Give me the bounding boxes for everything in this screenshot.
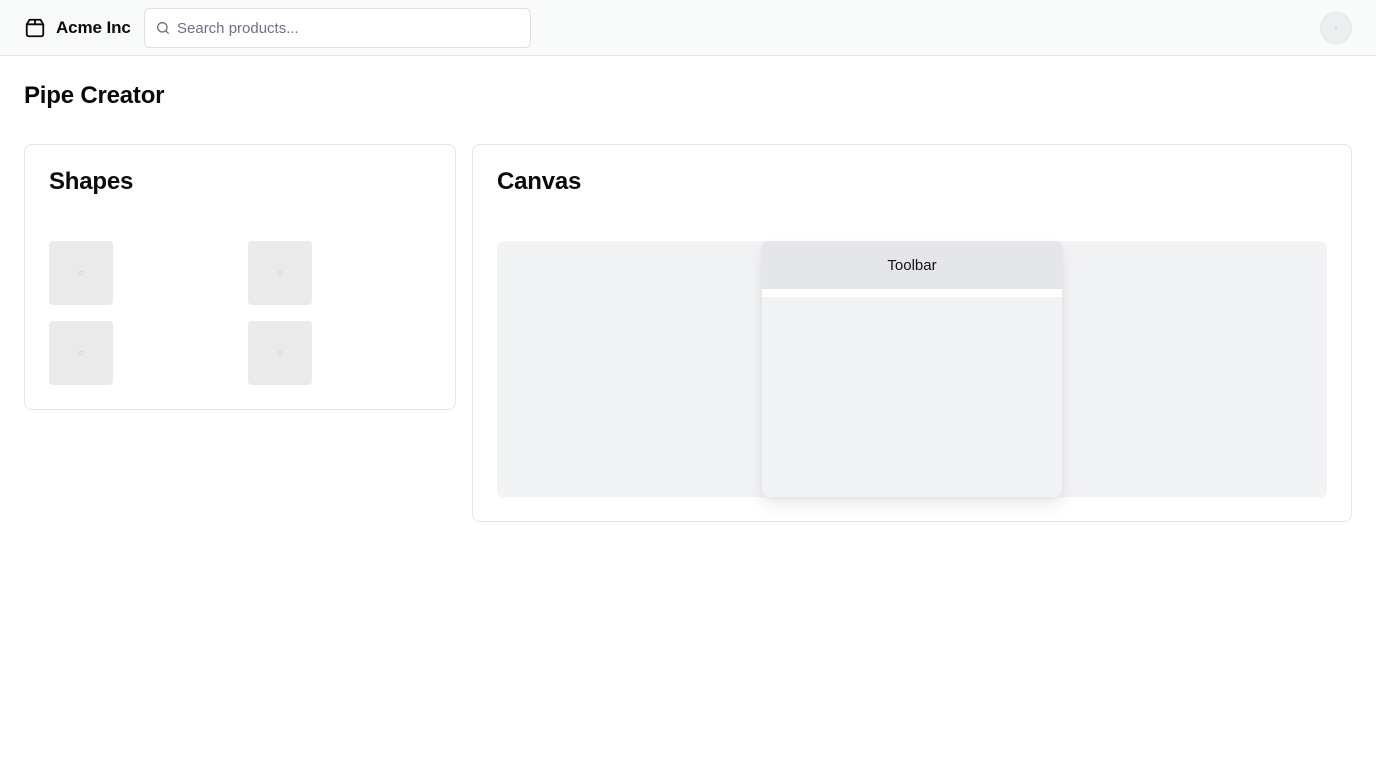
toolbar-header[interactable]: Toolbar [762,241,1062,289]
shape-tile-4[interactable] [248,321,312,385]
package-icon [25,18,45,38]
toolbar-panel[interactable]: Toolbar [762,241,1062,497]
top-navigation-bar: Acme Inc [0,0,1376,56]
shape-tile-3[interactable] [49,321,113,385]
shapes-panel-title: Shapes [49,168,134,195]
shapes-panel: Shapes [24,144,456,410]
search-box[interactable] [144,8,531,48]
canvas-panel: Canvas Toolbar [472,144,1352,522]
shape-tile-2[interactable] [248,241,312,305]
shape-tile-1[interactable] [49,241,113,305]
drawing-canvas[interactable]: Toolbar [497,241,1327,497]
user-avatar-button[interactable] [1320,12,1352,44]
search-icon [157,22,169,34]
shape-image-icon [79,351,83,355]
canvas-panel-title: Canvas [497,168,582,195]
toolbar-divider [762,289,1062,297]
brand-logo-link[interactable]: Acme Inc [24,16,131,40]
search-input[interactable] [177,9,522,47]
shape-image-icon [278,351,282,355]
shape-image-icon [79,271,83,275]
brand-name: Acme Inc [56,18,131,37]
page-title: Pipe Creator [24,82,165,109]
shape-image-icon [278,271,282,275]
